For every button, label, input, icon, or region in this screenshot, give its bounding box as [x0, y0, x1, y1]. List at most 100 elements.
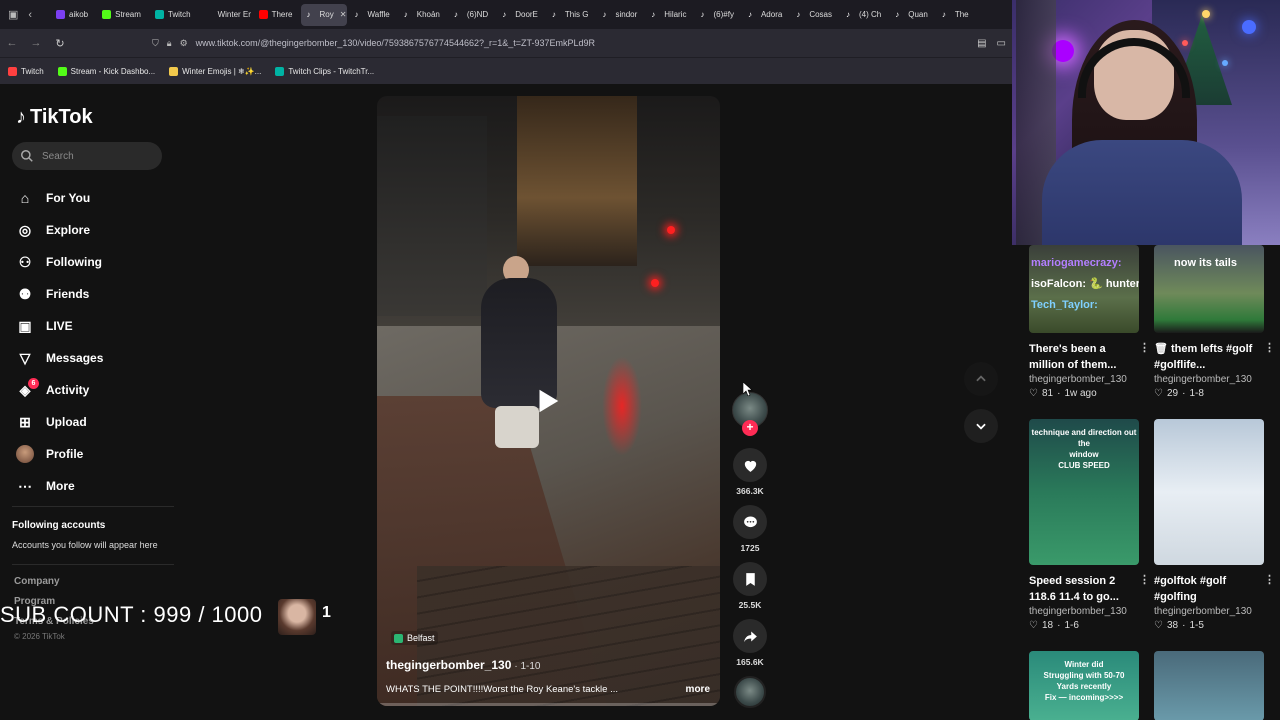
bookmark-item[interactable]: Winter Emojis | ❄✨... — [169, 66, 262, 76]
like-action[interactable]: 366.3K — [730, 448, 770, 496]
next-video-button[interactable] — [964, 409, 998, 443]
video-thumbnail[interactable]: now its tails — [1154, 245, 1264, 333]
url-bar[interactable]: ⛉ 🔒︎ ⚙ www.tiktok.com/@thegingerbomber_1… — [152, 32, 977, 54]
comment-action[interactable]: 1725 — [730, 505, 770, 553]
chevron-left-icon[interactable]: ‹ — [28, 9, 32, 21]
tiktok-logo[interactable]: ♪ TikTok — [16, 106, 93, 129]
more-button[interactable]: more — [686, 684, 710, 695]
related-video-card[interactable]: Winter did Struggling with 50-70 Yards rec… — [1029, 651, 1139, 720]
video-thumbnail[interactable]: technique and direction out the window CLU… — [1029, 419, 1139, 565]
save-action[interactable]: 25.5K — [730, 562, 770, 610]
related-video-title[interactable]: 🗑 them lefts #golf #golflife... — [1154, 341, 1264, 373]
related-video-author[interactable]: thegingerbomber_130 — [1029, 374, 1139, 385]
related-video-author[interactable]: thegingerbomber_130 — [1154, 606, 1264, 617]
previous-video-button[interactable] — [964, 362, 998, 396]
browser-tab[interactable]: ♪ Adora — [742, 4, 788, 26]
tab-favicon-icon: ♪ — [895, 10, 900, 19]
video-player[interactable]: Belfast thegingerbomber_130 · 1-10 WHATS … — [377, 96, 720, 706]
related-video-card[interactable]: technique and direction out the window CLU… — [1029, 419, 1150, 631]
browser-tab[interactable]: ♪ Roy ✕ — [300, 3, 347, 26]
more-options-icon[interactable]: ⋮ — [1139, 573, 1150, 586]
browser-tab[interactable]: ♪ (4) Ch — [840, 4, 887, 26]
shield-icon[interactable]: ⛉ — [152, 38, 159, 49]
sidebar-item-following[interactable]: ⚇ Following — [16, 246, 103, 278]
video-thumbnail[interactable]: Winter did Struggling with 50-70 Yards rec… — [1029, 651, 1139, 720]
tab-favicon-icon: ♪ — [403, 10, 408, 19]
browser-tab[interactable]: ♪ sindor — [596, 4, 643, 26]
sidebar-item-label: Following — [46, 255, 102, 269]
browser-tab[interactable]: ♪ Cosas — [790, 4, 838, 26]
related-video-meta: ♡ 29 · 1-8 — [1154, 388, 1264, 399]
sidebar-item-explore[interactable]: ◎ Explore — [16, 214, 103, 246]
follow-plus-button[interactable]: + — [742, 420, 758, 436]
browser-tab[interactable]: ♪ The — [936, 4, 975, 26]
close-tab-icon[interactable]: ✕ — [340, 10, 347, 19]
related-video-author[interactable]: thegingerbomber_130 — [1154, 374, 1264, 385]
related-video-card[interactable]: #golftok #golf #golfing ⋮ thegingerbomber_… — [1154, 419, 1275, 631]
sidebar-item-more[interactable]: ⋯ More — [16, 470, 103, 502]
browser-tab[interactable]: ♪ Waffle — [349, 4, 396, 26]
tab-label: aikob — [69, 10, 89, 19]
bookmark-item[interactable]: Twitch — [8, 66, 44, 76]
extensions-icon[interactable]: ▭ — [997, 38, 1006, 49]
browser-tab[interactable]: aikob — [50, 4, 94, 26]
sidebar-item-friends[interactable]: ⚉ Friends — [16, 278, 103, 310]
tab-favicon-icon — [154, 10, 164, 19]
bookmark-item[interactable]: Twitch Clips - TwitchTr... — [275, 66, 374, 76]
footer-link[interactable]: Company — [14, 576, 94, 596]
related-video-card[interactable] — [1154, 651, 1264, 720]
video-thumbnail[interactable] — [1154, 419, 1264, 565]
search-box[interactable] — [12, 142, 162, 170]
related-like-count: 29 — [1166, 388, 1179, 399]
video-thumbnail[interactable]: mariogamecrazy: isoFalcon: 🐍 hunter Tech_… — [1029, 245, 1139, 333]
search-input[interactable] — [42, 150, 152, 162]
browser-tab[interactable]: ♪ DoorE — [496, 4, 544, 26]
tab-favicon-icon: ♪ — [602, 10, 607, 19]
author-name[interactable]: thegingerbomber_130 — [386, 658, 511, 672]
forward-icon[interactable]: → — [24, 37, 48, 49]
video-thumbnail[interactable] — [1154, 651, 1264, 720]
related-video-title[interactable]: Speed session 2 118.6 11.4 to go... — [1029, 573, 1139, 605]
browser-tab[interactable]: ♪ (6)ND — [448, 4, 494, 26]
browser-tab[interactable]: Twitch — [149, 4, 197, 26]
sidebar-item-activity[interactable]: ◈ 6 Activity — [16, 374, 103, 406]
bookmark-item[interactable]: Stream - Kick Dashbo... — [57, 66, 155, 76]
permissions-icon[interactable]: ⚙ — [180, 38, 188, 49]
related-video-card[interactable]: mariogamecrazy: isoFalcon: 🐍 hunter Tech_… — [1029, 245, 1150, 399]
browser-tab[interactable]: There — [253, 4, 299, 26]
back-icon[interactable]: ← — [0, 37, 24, 49]
browser-tab[interactable]: ♪ Khoản — [398, 4, 446, 26]
location-tag[interactable]: Belfast — [391, 631, 438, 645]
share-action[interactable]: 165.6K — [730, 619, 770, 667]
reload-icon[interactable]: ↻ — [48, 37, 72, 50]
related-video-card[interactable]: now its tails 🗑 them lefts #golf #golflif… — [1154, 245, 1275, 399]
more-options-icon[interactable]: ⋮ — [1264, 341, 1275, 354]
browser-tab[interactable]: ♪ This G — [546, 4, 595, 26]
tab-label: DoorE — [515, 10, 538, 19]
heart-outline-icon: ♡ — [1029, 620, 1038, 631]
play-button[interactable] — [525, 379, 569, 423]
browser-tab[interactable]: ♪ Quan — [889, 4, 934, 26]
browser-tab[interactable]: ♪ Hilaric — [645, 4, 692, 26]
browser-tab[interactable]: Stream — [96, 4, 147, 26]
related-video-title[interactable]: There's been a million of them... — [1029, 341, 1139, 373]
browser-tab[interactable]: Winter Em — [199, 4, 251, 26]
sidebar-item-profile[interactable]: Profile — [16, 438, 103, 470]
browser-tab[interactable]: ♪ (6)#fy — [695, 4, 740, 26]
lock-icon[interactable]: 🔒︎ — [167, 38, 172, 49]
bookmark-label: Winter Emojis | ❄✨... — [182, 66, 262, 76]
sidebar-item-live[interactable]: ▣ LIVE — [16, 310, 103, 342]
more-options-icon[interactable]: ⋮ — [1139, 341, 1150, 354]
sidebar-item-messages[interactable]: ▽ Messages — [16, 342, 104, 374]
video-author[interactable]: thegingerbomber_130 · 1-10 — [386, 658, 541, 672]
related-video-author[interactable]: thegingerbomber_130 — [1029, 606, 1139, 617]
related-video-title[interactable]: #golftok #golf #golfing — [1154, 573, 1264, 605]
sound-avatar[interactable] — [734, 676, 766, 708]
url-text[interactable]: www.tiktok.com/@thegingerbomber_130/vide… — [196, 38, 595, 48]
reader-view-icon[interactable]: ▤ — [977, 38, 986, 49]
tab-list-icon[interactable]: ▣ — [8, 8, 18, 21]
sidebar-item-for-you[interactable]: ⌂ For You — [16, 182, 103, 214]
more-options-icon[interactable]: ⋮ — [1264, 573, 1275, 586]
sidebar-item-upload[interactable]: ⊞ Upload — [16, 406, 103, 438]
video-progress-bar[interactable] — [377, 703, 720, 706]
